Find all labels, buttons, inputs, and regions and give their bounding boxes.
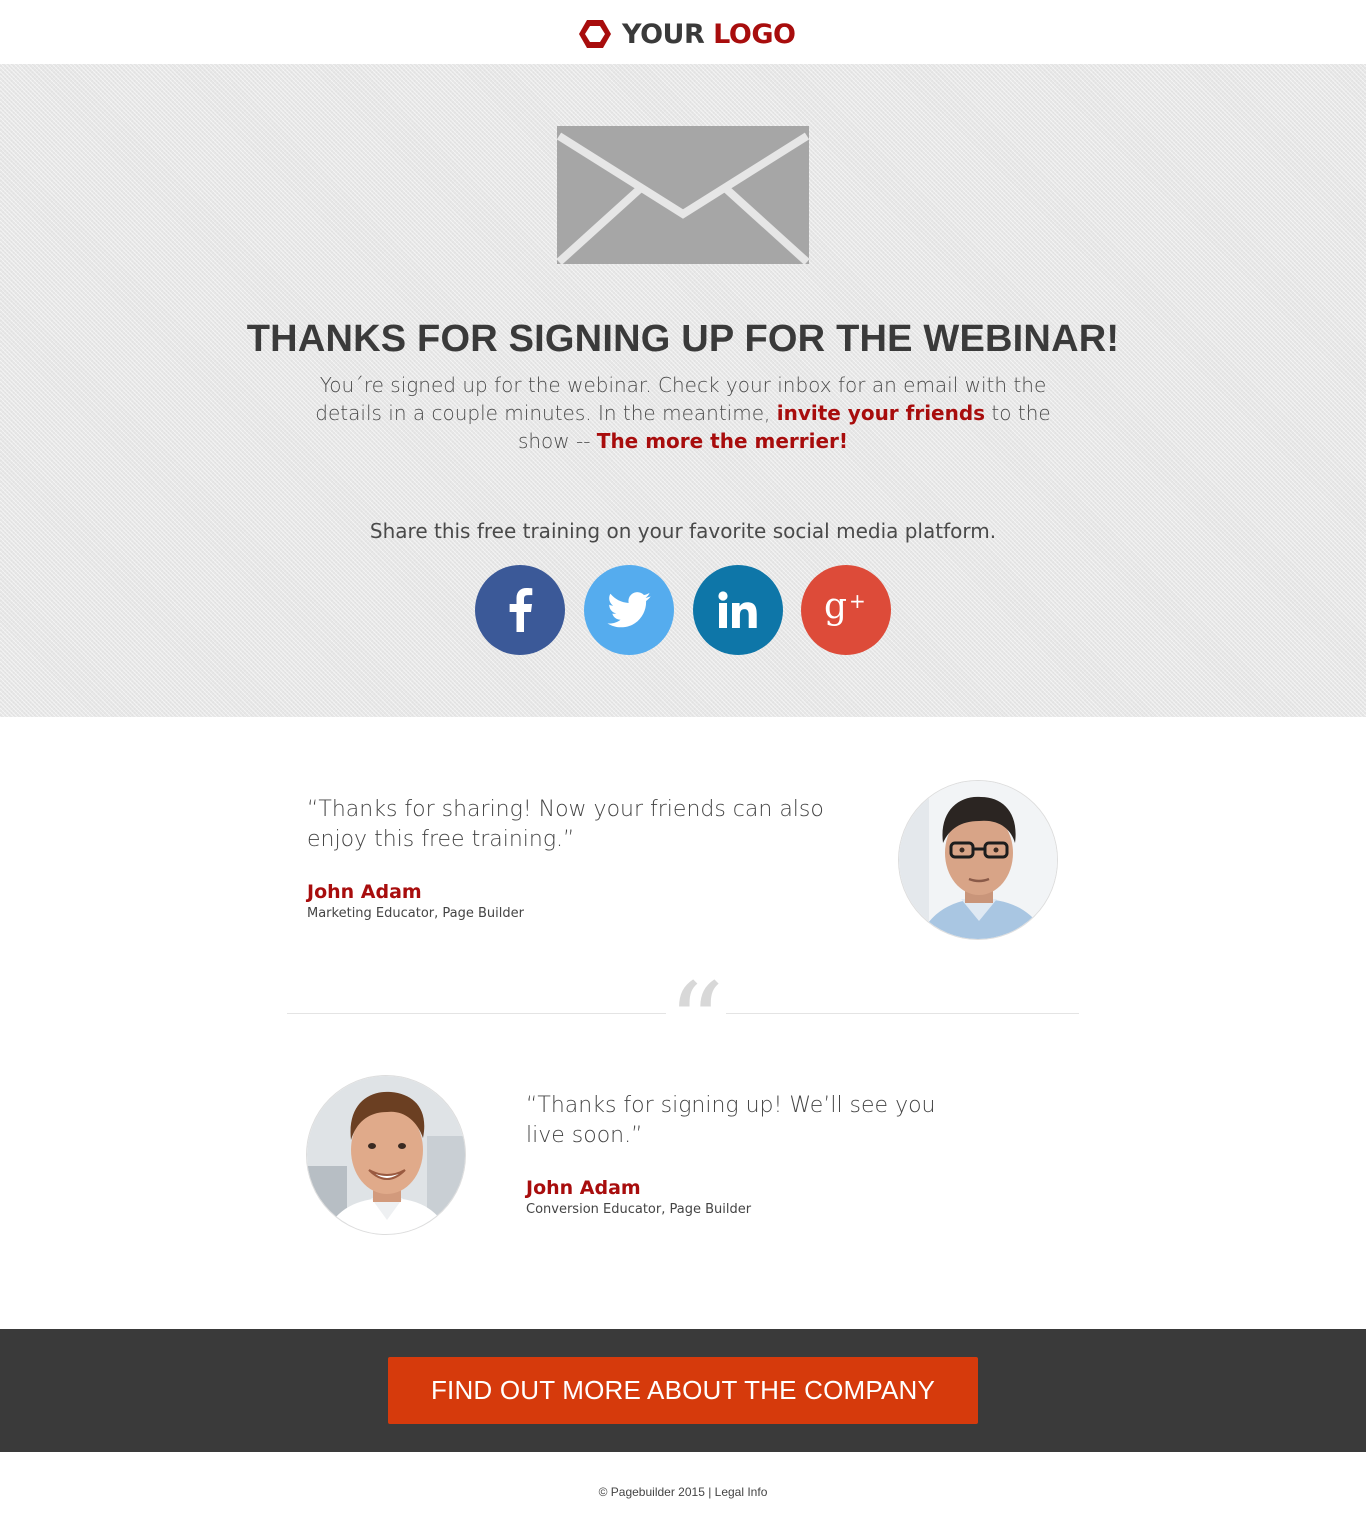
envelope-icon (557, 126, 809, 264)
page-title: THANKS FOR SIGNING UP FOR THE WEBINAR! (246, 318, 1120, 360)
cta-band: FIND OUT MORE ABOUT THE COMPANY (0, 1329, 1366, 1452)
logo-word-your: YOUR (622, 18, 705, 50)
logo[interactable]: YOUR LOGO (578, 17, 796, 51)
logo-word-logo: LOGO (713, 18, 796, 50)
svg-text:g: g (824, 588, 847, 627)
avatar-portrait-glasses (899, 781, 1057, 939)
twitter-icon (607, 592, 651, 628)
facebook-icon (509, 588, 533, 632)
avatar-portrait-smiling (307, 1076, 465, 1234)
find-out-more-button[interactable]: FIND OUT MORE ABOUT THE COMPANY (388, 1357, 978, 1424)
footer: © Pagebuilder 2015 | Legal Info (0, 1485, 1366, 1499)
facebook-share-button[interactable] (475, 565, 565, 655)
testimonial-author-2: John Adam (526, 1177, 641, 1199)
avatar-1 (898, 780, 1058, 940)
testimonial-quote-2: “Thanks for signing up! We’ll see you li… (526, 1093, 936, 1148)
google-plus-share-button[interactable]: g + (801, 565, 891, 655)
footer-copyright: © Pagebuilder 2015 | (598, 1485, 715, 1499)
merrier-highlight: The more the merrier! (596, 429, 849, 453)
testimonial-role-2: Conversion Educator, Page Builder (526, 1202, 752, 1217)
hero-section: THANKS FOR SIGNING UP FOR THE WEBINAR! Y… (0, 64, 1366, 717)
share-prompt: Share this free training on your favorit… (369, 519, 997, 543)
testimonial-quote-1: “Thanks for sharing! Now your friends ca… (307, 797, 824, 852)
twitter-share-button[interactable] (584, 565, 674, 655)
quote-mark-icon: “ (666, 959, 726, 1087)
testimonial-author-1: John Adam (307, 881, 422, 903)
hero-description: You´re signed up for the webinar. Check … (298, 371, 1068, 455)
testimonial-role-1: Marketing Educator, Page Builder (307, 906, 524, 921)
avatar-2 (306, 1075, 466, 1235)
invite-friends-highlight: invite your friends (776, 401, 986, 425)
linkedin-icon (718, 591, 757, 628)
logo-text: YOUR LOGO (622, 18, 796, 50)
legal-info-link[interactable]: Legal Info (715, 1485, 768, 1499)
google-plus-icon: g + (824, 588, 866, 627)
header: YOUR LOGO (0, 0, 1366, 64)
linkedin-share-button[interactable] (693, 565, 783, 655)
hexagon-icon (579, 20, 611, 48)
svg-text:+: + (849, 589, 866, 613)
